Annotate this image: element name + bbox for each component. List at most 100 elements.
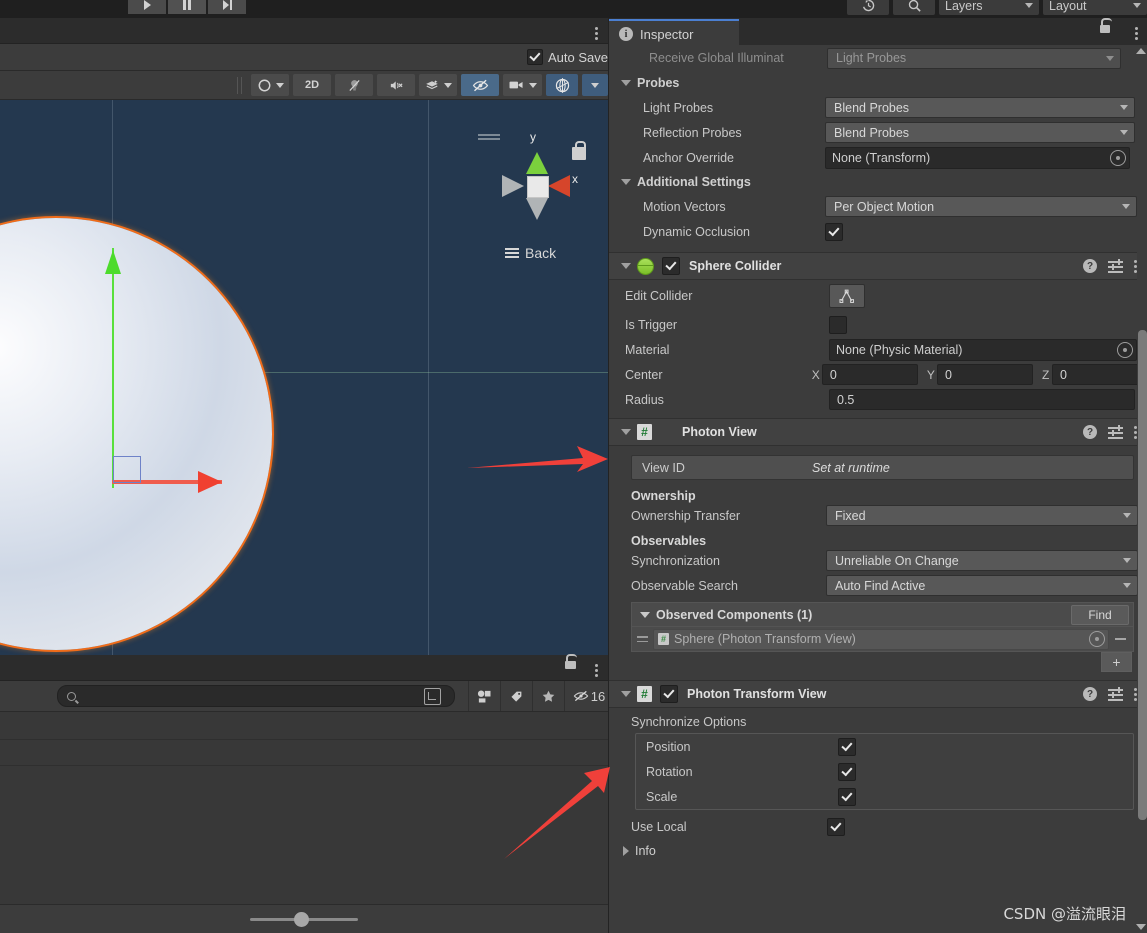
help-icon[interactable]: ?: [1083, 687, 1097, 701]
move-gizmo-x-arrowhead[interactable]: [198, 471, 222, 493]
lighting-toggle-button[interactable]: [335, 74, 373, 96]
sphere-object[interactable]: [0, 218, 272, 650]
observed-components-header[interactable]: Observed Components (1) Find: [632, 603, 1133, 626]
center-x-input[interactable]: 0: [821, 364, 918, 385]
zoom-slider-handle[interactable]: [294, 911, 309, 927]
motion-vectors-dropdown[interactable]: Per Object Motion: [825, 196, 1137, 217]
radius-input[interactable]: 0.5: [829, 389, 1135, 410]
2d-toggle-button[interactable]: 2D: [293, 74, 331, 96]
chevron-down-icon[interactable]: [621, 429, 631, 435]
gizmo-collapse-handle[interactable]: [478, 134, 500, 140]
favorites-button[interactable]: [532, 681, 564, 711]
lower-panel-lock-icon[interactable]: [565, 654, 577, 669]
scene-orientation-gizmo[interactable]: y x Back: [478, 130, 595, 280]
photon-transform-view-header[interactable]: # Photon Transform View ?: [609, 680, 1147, 708]
chevron-down-icon[interactable]: [621, 691, 631, 697]
dynamic-occlusion-checkbox[interactable]: [825, 222, 843, 241]
gizmo-view-label-row[interactable]: Back: [505, 245, 556, 261]
radius-label: Radius: [625, 392, 664, 407]
preset-icon[interactable]: [1108, 258, 1123, 273]
photon-view-header[interactable]: # Photon View ?: [609, 418, 1147, 446]
use-local-checkbox[interactable]: [827, 817, 845, 836]
anchor-override-objectfield[interactable]: None (Transform): [825, 146, 1130, 169]
object-picker-icon[interactable]: [1089, 631, 1105, 647]
zoom-slider[interactable]: [250, 911, 358, 927]
find-observables-button[interactable]: Find: [1071, 604, 1129, 625]
move-gizmo-y-axis[interactable]: [112, 248, 114, 488]
additional-settings-header[interactable]: Additional Settings: [609, 170, 1147, 194]
remove-observed-component-button[interactable]: [1115, 638, 1126, 640]
chevron-down-icon: [591, 82, 599, 88]
move-gizmo-plane-handle[interactable]: [113, 456, 141, 483]
ownership-transfer-dropdown[interactable]: Fixed: [826, 505, 1138, 526]
center-z-input[interactable]: 0: [1052, 364, 1147, 385]
hidden-objects-count-button[interactable]: 16: [564, 681, 613, 711]
camera-settings-button[interactable]: [503, 74, 542, 96]
inspector-scroll-thumb[interactable]: [1138, 330, 1147, 820]
center-y-input[interactable]: 0: [936, 364, 1033, 385]
gizmo-negative-x-cone[interactable]: [502, 175, 524, 197]
sphere-collider-header[interactable]: Sphere Collider ?: [609, 252, 1147, 280]
object-picker-icon[interactable]: [1110, 149, 1126, 166]
inspector-lock-icon[interactable]: [1100, 18, 1112, 33]
help-icon[interactable]: ?: [1083, 259, 1097, 273]
pause-button[interactable]: [168, 0, 206, 14]
help-icon[interactable]: ?: [1083, 425, 1097, 439]
layers-dropdown[interactable]: Layers: [939, 0, 1039, 15]
gizmo-x-cone[interactable]: [548, 175, 570, 197]
scene-viewport[interactable]: y x Back: [0, 100, 608, 655]
move-gizmo-y-arrowhead[interactable]: [105, 250, 121, 274]
receive-gi-dropdown[interactable]: Light Probes: [827, 47, 1121, 69]
layout-dropdown[interactable]: Layout: [1043, 0, 1147, 15]
autosave-checkbox[interactable]: [527, 49, 543, 65]
chevron-down-icon[interactable]: [621, 263, 631, 269]
gizmo-y-cone[interactable]: [526, 152, 548, 174]
sphere-collider-enabled-checkbox[interactable]: [662, 257, 680, 275]
info-foldout[interactable]: Info: [609, 839, 1147, 863]
scroll-up-icon[interactable]: [1136, 48, 1146, 54]
tab-inspector[interactable]: i Inspector: [609, 19, 739, 47]
inspector-menu-button[interactable]: [1135, 27, 1138, 40]
photon-transform-view-enabled-checkbox[interactable]: [660, 685, 678, 703]
probes-section-header[interactable]: Probes: [609, 71, 1147, 95]
edit-collider-button[interactable]: [829, 284, 865, 308]
synchronization-dropdown[interactable]: Unreliable On Change: [826, 550, 1138, 571]
chevron-down-icon: [529, 82, 537, 88]
light-probes-dropdown[interactable]: Blend Probes: [825, 97, 1135, 118]
hidden-objects-toggle-button[interactable]: [461, 74, 499, 96]
is-trigger-checkbox[interactable]: [829, 315, 847, 334]
add-observed-component-button[interactable]: +: [1101, 652, 1132, 672]
gizmo-center-cube[interactable]: [527, 176, 549, 198]
audio-toggle-button[interactable]: [377, 74, 415, 96]
observed-component-row[interactable]: # Sphere (Photon Transform View): [632, 626, 1133, 651]
observed-component-objectfield[interactable]: # Sphere (Photon Transform View): [653, 628, 1109, 650]
filter-by-type-button[interactable]: [468, 681, 500, 711]
drag-handle-icon[interactable]: [637, 636, 648, 642]
scene-panel-menu-button[interactable]: [595, 27, 598, 40]
gizmo-negative-y-cone[interactable]: [526, 198, 548, 220]
scroll-down-icon[interactable]: [1136, 924, 1146, 930]
preset-icon[interactable]: [1108, 424, 1123, 439]
preset-icon[interactable]: [1108, 686, 1123, 701]
search-input[interactable]: [57, 685, 455, 707]
position-checkbox[interactable]: [838, 737, 856, 756]
object-picker-icon[interactable]: [1117, 341, 1133, 358]
scale-checkbox[interactable]: [838, 787, 856, 806]
lower-panel-menu-button[interactable]: [595, 664, 598, 677]
reflection-probes-dropdown[interactable]: Blend Probes: [825, 122, 1135, 143]
gizmos-toggle-button[interactable]: [546, 74, 578, 96]
effects-toggle-button[interactable]: [419, 74, 457, 96]
filter-by-label-button[interactable]: [500, 681, 532, 711]
material-objectfield[interactable]: None (Physic Material): [829, 338, 1137, 361]
observable-search-dropdown[interactable]: Auto Find Active: [826, 575, 1138, 596]
shading-mode-button[interactable]: [251, 74, 289, 96]
scene-tab-row: [0, 18, 608, 44]
play-button[interactable]: [128, 0, 166, 14]
step-button[interactable]: [208, 0, 246, 14]
global-search-button[interactable]: [893, 0, 935, 15]
inspector-scrollbar[interactable]: [1136, 45, 1147, 933]
gizmos-dropdown-button[interactable]: [582, 74, 608, 96]
history-button[interactable]: [847, 0, 889, 15]
rotation-checkbox[interactable]: [838, 762, 856, 781]
gizmo-lock-icon[interactable]: [572, 141, 586, 160]
